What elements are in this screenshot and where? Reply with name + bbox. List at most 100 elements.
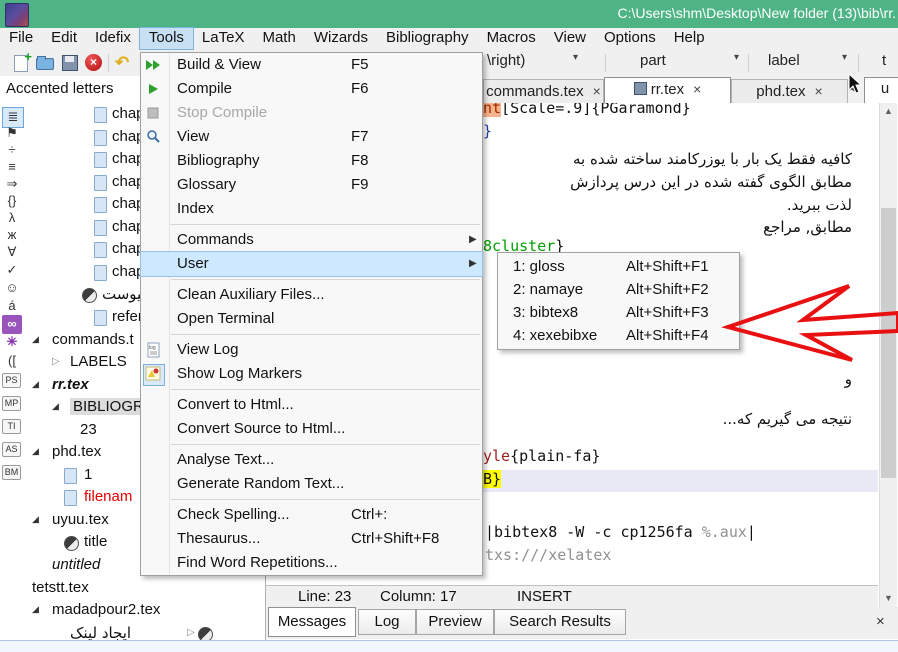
menu-item-convert-to-html[interactable]: Convert to Html... <box>141 393 482 417</box>
forall-icon[interactable]: ∀ <box>2 243 22 262</box>
undo-icon[interactable]: ↶ <box>113 53 133 73</box>
bottom-tab-search-results[interactable]: Search Results <box>494 609 626 635</box>
scroll-down-icon[interactable]: ▼ <box>880 590 897 607</box>
menubar-item-math[interactable]: Math <box>253 28 304 49</box>
menubar-item-view[interactable]: View <box>545 28 595 49</box>
menu-item-convert-source-to-html[interactable]: Convert Source to Html... <box>141 417 482 441</box>
tree-item[interactable]: tetstt.tex <box>24 579 265 600</box>
expanded-icon[interactable]: ◢ <box>32 514 39 525</box>
menubar-item-wizards[interactable]: Wizards <box>305 28 377 49</box>
code-segment: مطابق الگوی گفته شده در اين درس پردازش <box>570 173 852 191</box>
collapsed-icon[interactable]: ▷ <box>52 356 60 367</box>
new-file-icon[interactable] <box>11 53 31 73</box>
scrollbar-thumb[interactable] <box>881 208 896 478</box>
editor-line: yle{plain-fa} <box>483 447 600 465</box>
mp-icon[interactable]: MP <box>2 396 21 411</box>
toolbar-separator <box>748 54 749 72</box>
menu-item-clean-auxiliary-files[interactable]: Clean Auxiliary Files... <box>141 283 482 307</box>
tab-close-icon[interactable]: × <box>693 81 701 97</box>
menubar-item-bibliography[interactable]: Bibliography <box>377 28 478 49</box>
editor-tab-commands-tex[interactable]: commands.tex× <box>483 79 604 104</box>
menu-item-commands[interactable]: Commands▶ <box>141 228 482 252</box>
brackets-icon[interactable]: ([ <box>2 352 22 371</box>
menu-item-find-word-repetitions[interactable]: Find Word Repetitions... <box>141 551 482 575</box>
ti-icon[interactable]: TI <box>2 419 21 434</box>
menu-item-open-terminal[interactable]: Open Terminal <box>141 307 482 331</box>
menu-item-thesaurus[interactable]: Thesaurus...Ctrl+Shift+F8 <box>141 527 482 551</box>
menu-item-bibliography[interactable]: Bibliography F8 <box>141 149 482 173</box>
menubar-item-options[interactable]: Options <box>595 28 665 49</box>
tab-close-icon[interactable]: × <box>815 83 823 99</box>
sectioning-combo[interactable]: part▾ <box>640 52 740 73</box>
menu-item-label: Bibliography <box>177 149 260 173</box>
menu-item-view-log[interactable]: logView Log <box>141 338 482 362</box>
menu-item-shortcut: F5 <box>351 53 369 77</box>
open-file-icon[interactable] <box>35 53 55 73</box>
bm-icon[interactable]: BM <box>2 465 21 480</box>
bottom-tab-log[interactable]: Log <box>358 609 416 635</box>
menubar-item-file[interactable]: File <box>0 28 42 49</box>
accent-icon[interactable]: á <box>2 297 22 316</box>
menu-item-build-view[interactable]: Build & ViewF5 <box>141 53 482 77</box>
tab-close-icon[interactable]: × <box>593 83 601 99</box>
menu-item-show-log-markers[interactable]: Show Log Markers <box>141 362 482 386</box>
user-command-3-bibtex8[interactable]: 3: bibtex8Alt+Shift+F3 <box>498 301 739 324</box>
expanded-icon[interactable]: ◢ <box>52 401 59 412</box>
menubar-item-macros[interactable]: Macros <box>478 28 545 49</box>
menubar-item-help[interactable]: Help <box>665 28 714 49</box>
menu-item-user[interactable]: User▶ <box>141 252 482 276</box>
menu-item-glossary[interactable]: GlossaryF9 <box>141 173 482 197</box>
partial-combo[interactable]: t <box>882 52 898 73</box>
tab-label: rr.tex <box>651 81 684 98</box>
menu-item-generate-random-text[interactable]: Generate Random Text... <box>141 472 482 496</box>
user-command-2-namaye[interactable]: 2: namayeAlt+Shift+F2 <box>498 278 739 301</box>
menu-item-analyse-text[interactable]: Analyse Text... <box>141 448 482 472</box>
infinity-icon[interactable]: ∞ <box>2 315 22 334</box>
menu-item-shortcut: F8 <box>351 149 369 173</box>
tree-item[interactable]: ◢madadpour2.tex <box>24 601 265 622</box>
ps-icon[interactable]: PS <box>2 373 21 388</box>
collapsed-icon[interactable]: ▷ <box>187 627 195 638</box>
close-icon[interactable]: × <box>84 53 104 73</box>
tab-scroll-left-icon[interactable]: ◂ <box>850 82 856 95</box>
math-symbol-combo[interactable]: \right)▾ <box>487 52 583 73</box>
panel-close-icon[interactable]: × <box>876 613 885 630</box>
code-segment: نتيجه می گيريم كه... <box>723 410 852 428</box>
menubar-item-idefix[interactable]: Idefix <box>86 28 140 49</box>
expanded-icon[interactable]: ◢ <box>32 379 39 390</box>
tree-item-label: phd.tex <box>52 443 101 460</box>
save-icon[interactable] <box>60 53 80 73</box>
messages-panel <box>0 640 898 652</box>
sidebar-header[interactable]: Accented letters <box>6 80 114 97</box>
menu-item-check-spelling[interactable]: Check Spelling...Ctrl+: <box>141 503 482 527</box>
menu-item-view[interactable]: ViewF7 <box>141 125 482 149</box>
menu-item-compile[interactable]: CompileF6 <box>141 77 482 101</box>
editor-tab-phd-tex[interactable]: phd.tex× <box>731 79 848 104</box>
menu-separator <box>171 389 480 390</box>
menu-item-index[interactable]: Index <box>141 197 482 221</box>
expanded-icon[interactable]: ◢ <box>32 334 39 345</box>
editor-scrollbar[interactable]: ▲ ▼ <box>879 103 897 607</box>
editor-tab-partial[interactable]: u <box>864 77 898 104</box>
editor-tab-rr-tex[interactable]: rr.tex × <box>604 77 731 104</box>
bottom-tab-preview[interactable]: Preview <box>416 609 494 635</box>
user-command-4-xexebibxe[interactable]: 4: xexebibxeAlt+Shift+F4 <box>498 324 739 347</box>
expanded-icon[interactable]: ◢ <box>32 604 39 615</box>
menubar-item-edit[interactable]: Edit <box>42 28 86 49</box>
as-icon[interactable]: AS <box>2 442 21 457</box>
asterisk-icon[interactable]: ✳ <box>2 333 22 352</box>
expanded-icon[interactable]: ◢ <box>32 446 39 457</box>
smiley-icon[interactable]: ☺ <box>2 279 22 298</box>
check-icon[interactable]: ✓ <box>2 261 22 280</box>
bottom-tab-messages[interactable]: Messages <box>268 607 356 637</box>
code-segment: |bibtex8 -W -c cp1256fa <box>485 523 702 541</box>
user-command-1-gloss[interactable]: 1: glossAlt+Shift+F1 <box>498 255 739 278</box>
code-segment: {plain-fa} <box>510 447 600 465</box>
tree-item-label: rr.tex <box>52 376 89 393</box>
scroll-up-icon[interactable]: ▲ <box>880 103 897 120</box>
menubar-item-tools[interactable]: Tools <box>140 28 193 49</box>
user-submenu: 1: glossAlt+Shift+F12: namayeAlt+Shift+F… <box>497 252 740 350</box>
menubar-item-latex[interactable]: LaTeX <box>193 28 254 49</box>
reference-combo[interactable]: label▾ <box>768 52 848 73</box>
editor-line: B} <box>483 470 501 488</box>
